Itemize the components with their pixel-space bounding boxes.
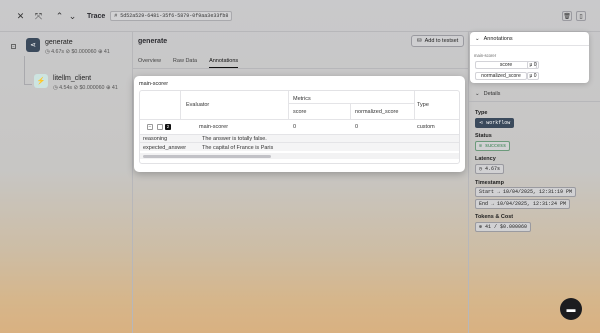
collapse-icon[interactable]: ⤧ [32, 10, 45, 23]
metric-name-normalized-score: normalized_score [475, 72, 527, 80]
chevron-down-icon[interactable]: ⌄ [66, 10, 79, 23]
annotations-panel: ⌄ Annotations main-scorer score μ 0 norm… [470, 32, 589, 83]
annotation-popover: main-scorer Evaluator Metrics score norm… [134, 76, 465, 172]
panel-toggle-icon[interactable]: ▯ [576, 11, 586, 21]
annotations-table: Evaluator Metrics score normalized_score… [139, 90, 460, 164]
column-header-evaluator: Evaluator [186, 102, 210, 108]
tree-item-label: generate [45, 39, 73, 46]
chat-icon: ▬ [566, 304, 576, 314]
page-title: Trace [87, 12, 106, 20]
divider [470, 45, 589, 46]
tree-item-generate[interactable]: ⋖ generate ◷ 4.67s ⊘ $0.000060 ⊕ 41 [26, 38, 110, 55]
column-header-score: score [293, 109, 307, 115]
chat-support-button[interactable]: ▬ [560, 298, 582, 320]
status-badge: ⊙ success [475, 141, 511, 151]
tab-raw-data[interactable]: Raw Data [173, 58, 197, 68]
tab-annotations[interactable]: Annotations [209, 58, 239, 68]
detail-title: generate [138, 38, 168, 45]
detail-tabs: Overview Raw Data Annotations [138, 58, 239, 68]
latency-badge: ◷ 4.67s [475, 164, 505, 174]
horizontal-scrollbar[interactable] [140, 153, 459, 159]
tokens-cost-badge: ⊕ 41 / $0.000060 [475, 222, 532, 232]
popover-title: main-scorer [139, 81, 169, 87]
column-header-normalized-score: normalized_score [355, 109, 399, 115]
divider [133, 68, 468, 69]
tree-item-label: litellm_client [53, 75, 92, 82]
divider [469, 101, 600, 102]
divider [140, 119, 459, 120]
tree-item-litellm-client[interactable]: ⚡ litellm_client ◷ 4.54s ⊘ $0.000060 ⊕ 4… [34, 74, 118, 91]
collapse-tree-icon[interactable]: − [11, 44, 16, 49]
status-label: Status [475, 133, 492, 139]
tab-overview[interactable]: Overview [138, 58, 161, 68]
normalized-score-cell: 0 [355, 124, 359, 130]
database-icon: ⛁ [417, 38, 422, 44]
scrollbar-thumb[interactable] [143, 154, 271, 158]
evaluator-label: main-scorer [474, 53, 497, 58]
divider [288, 91, 289, 119]
timestamp-label: Timestamp [475, 180, 504, 186]
count-badge: 2 [165, 124, 171, 130]
annotations-header[interactable]: ⌄ Annotations [475, 36, 513, 42]
type-cell: custom [417, 124, 435, 130]
score-cell: 0 [293, 124, 297, 130]
llm-icon: ⚡ [34, 74, 48, 88]
add-to-testset-button[interactable]: ⛁ Add to testset [411, 35, 465, 47]
tree-item-meta: ◷ 4.67s ⊘ $0.000060 ⊕ 41 [45, 49, 110, 55]
expanded-detail-rows [140, 135, 459, 151]
metric-value-score: μ 0 [527, 61, 539, 69]
end-timestamp: End → 10/04/2025, 12:31:24 PM [475, 199, 571, 209]
metric-value-normalized-score: μ 0 [527, 72, 539, 80]
checkbox[interactable] [157, 124, 163, 130]
tree-connector [24, 84, 32, 85]
divider [180, 91, 181, 119]
close-icon[interactable]: ✕ [14, 10, 27, 23]
tokens-cost-label: Tokens & Cost [475, 214, 514, 220]
workflow-icon: ⋖ [26, 38, 40, 52]
divider [350, 103, 351, 119]
top-bar: ✕ ⤧ ⌃ ⌄ Trace # 5d52a529-6481-35f6-5879-… [0, 0, 600, 32]
detail-key: expected_answer [143, 145, 187, 151]
divider [132, 32, 133, 333]
type-label: Type [475, 110, 488, 116]
top-right-actions: 🗑 ▯ [562, 11, 586, 21]
delete-icon[interactable]: 🗑 [562, 11, 572, 21]
divider [414, 91, 415, 119]
divider [468, 32, 469, 333]
evaluator-cell: main-scorer [199, 124, 229, 130]
tree-connector [24, 56, 25, 84]
start-timestamp: Start → 10/04/2025, 12:31:19 PM [475, 187, 577, 197]
latency-label: Latency [475, 156, 496, 162]
tree-item-meta: ◷ 4.54s ⊘ $0.000060 ⊕ 41 [53, 85, 118, 91]
column-group-metrics: Metrics [293, 96, 311, 102]
section-title: Details [483, 91, 501, 97]
divider [140, 142, 459, 143]
chevron-up-icon[interactable]: ⌃ [53, 10, 66, 23]
expand-row-icon[interactable]: − [147, 124, 153, 130]
button-label: Add to testset [424, 38, 459, 44]
detail-value: The capital of France is Paris [202, 145, 274, 151]
chevron-down-icon: ⌄ [475, 91, 480, 97]
column-header-type: Type [417, 102, 429, 108]
type-badge: ⋖ workflow [475, 118, 515, 128]
divider [288, 103, 414, 104]
details-header[interactable]: ⌄ Details [475, 91, 500, 97]
chevron-down-icon: ⌄ [475, 36, 480, 42]
trace-id-chip[interactable]: # 5d52a529-6481-35f6-5879-0f9aa3e33fb8 [110, 11, 233, 21]
section-title: Annotations [483, 36, 513, 42]
